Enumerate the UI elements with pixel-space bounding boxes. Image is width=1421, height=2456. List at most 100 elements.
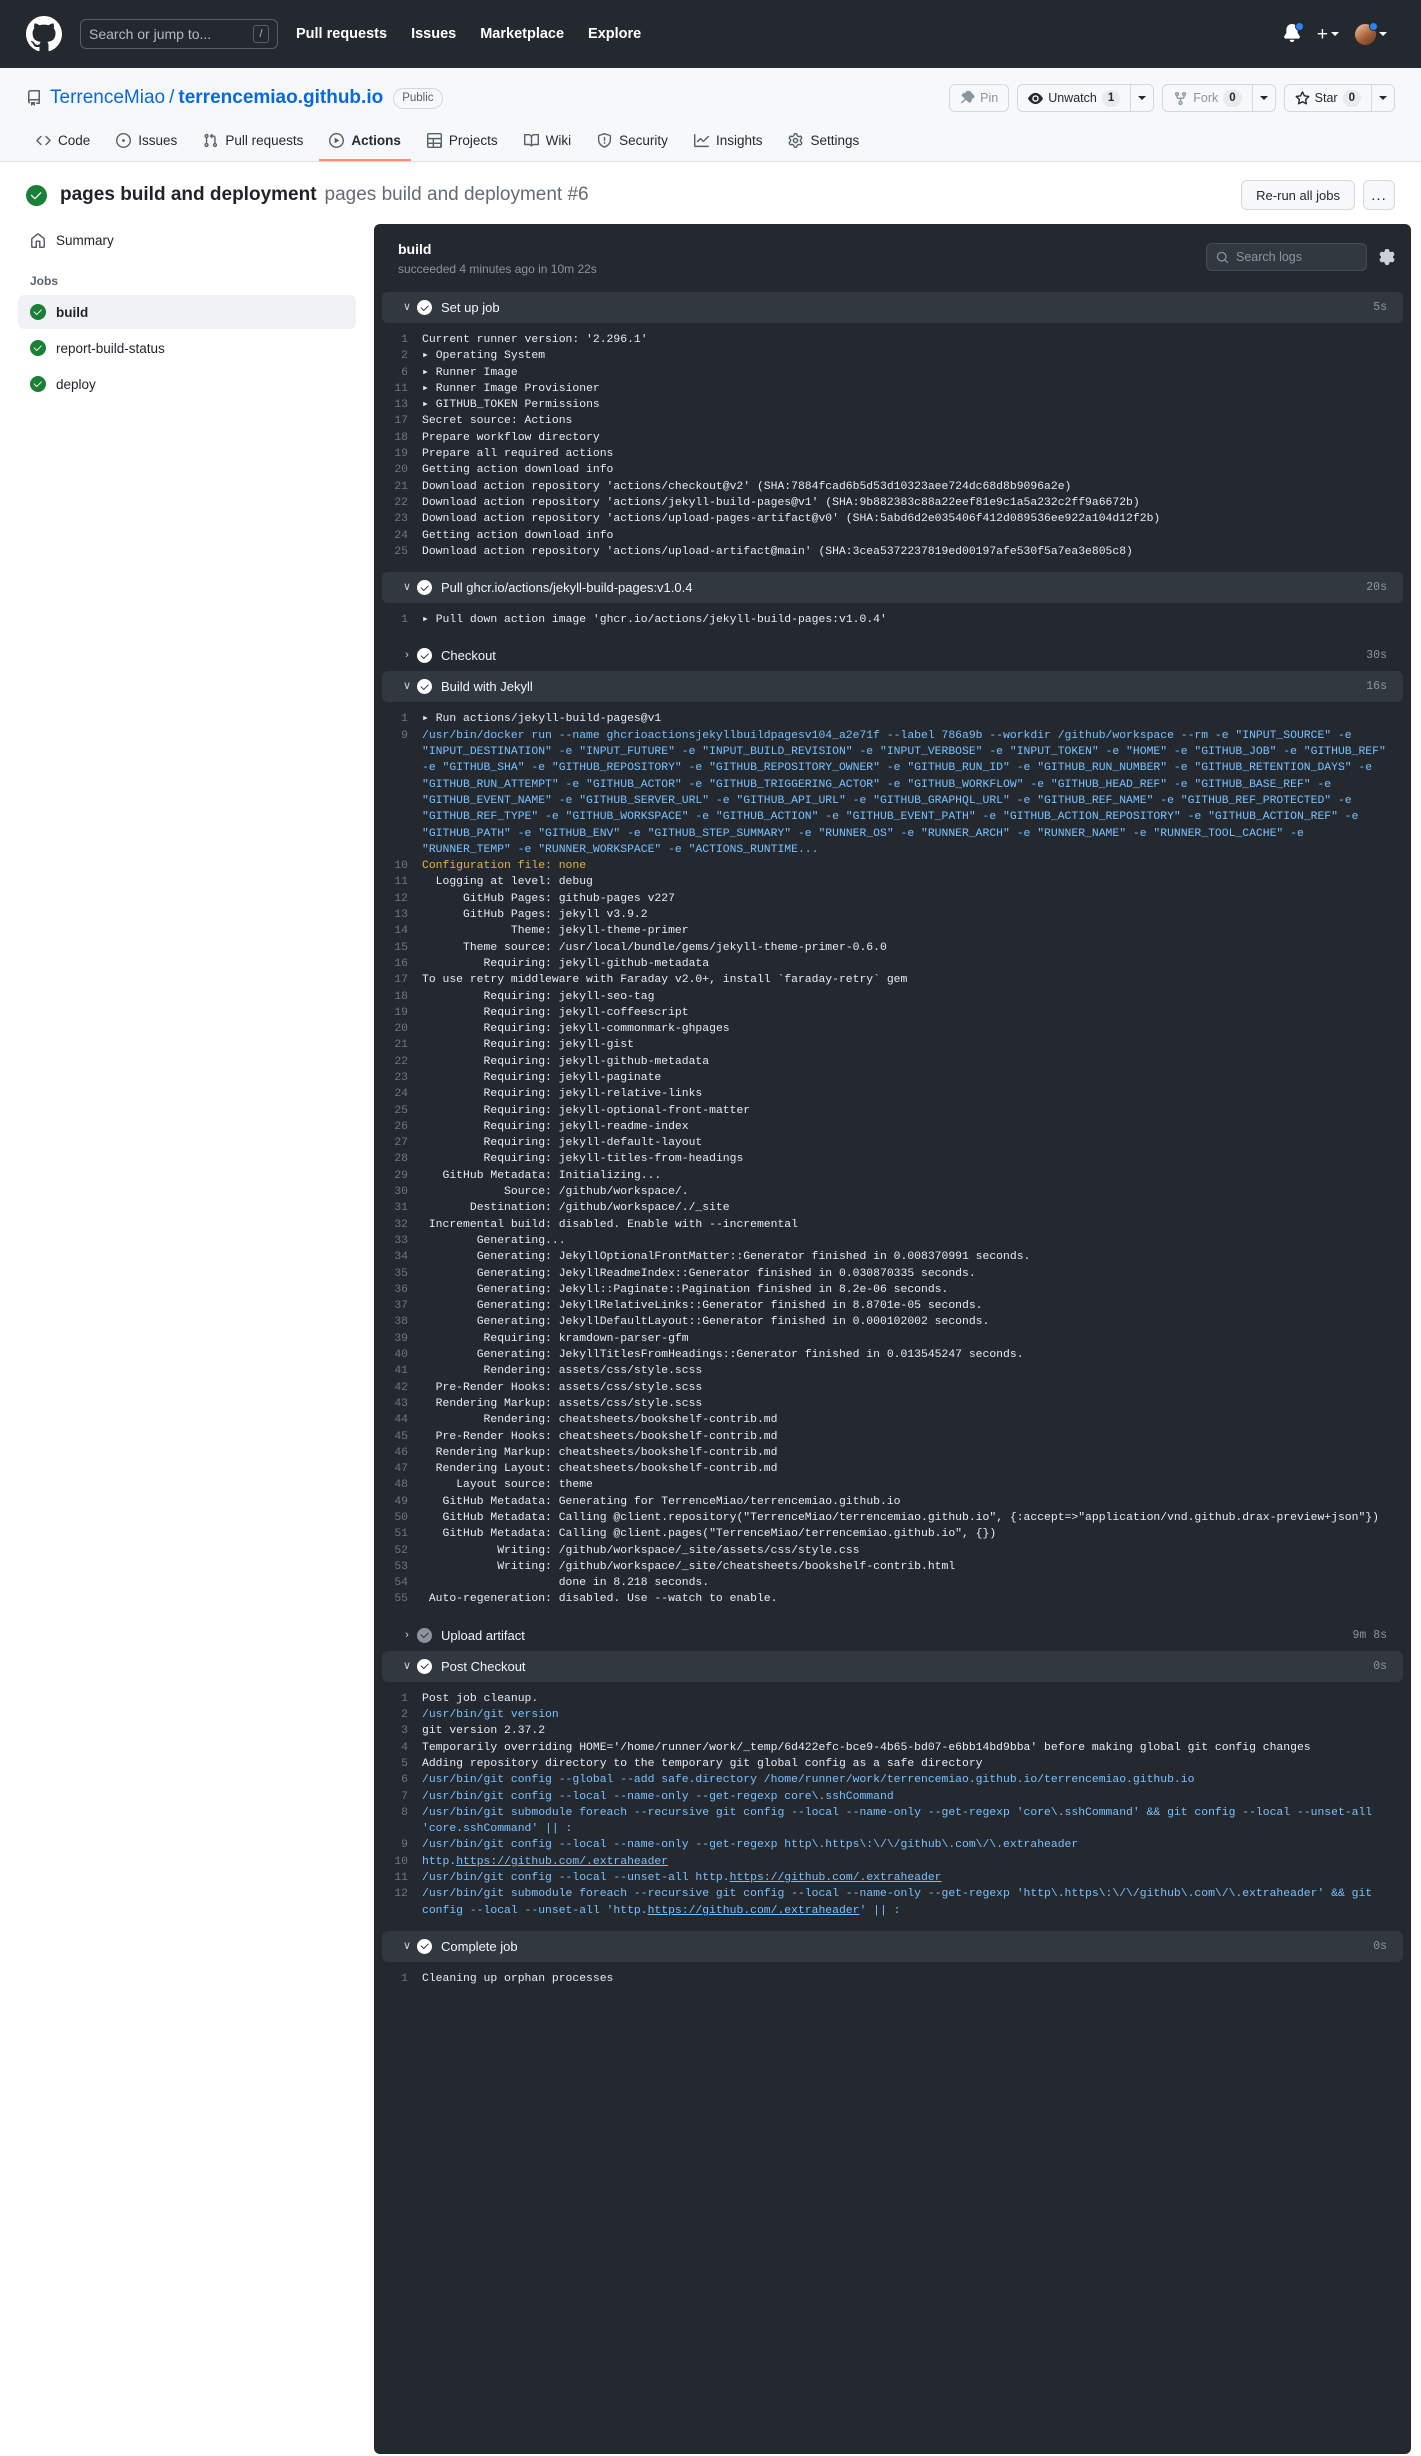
log-line-text: /usr/bin/git config --global --add safe.…: [422, 1774, 1195, 1787]
star-button[interactable]: Star 0: [1283, 84, 1371, 112]
log-line: 45 Pre-Render Hooks: cheatsheets/bookshe…: [392, 1429, 1395, 1445]
log-line-number: 43: [394, 1397, 408, 1410]
check-circle-icon: [417, 648, 432, 664]
create-new-button[interactable]: +: [1317, 25, 1339, 44]
sidebar-item-job-deploy[interactable]: deploy: [18, 367, 356, 401]
log-line-text: git version 2.37.2: [422, 1725, 546, 1738]
log-line: 22 Requiring: jekyll-github-metadata: [392, 1054, 1395, 1070]
user-menu-button[interactable]: [1355, 21, 1387, 45]
log-line-number: 48: [394, 1479, 408, 1492]
log-line-text: ▸ GITHUB_TOKEN Permissions: [422, 399, 600, 412]
log-line: 29 GitHub Metadata: Initializing...: [392, 1168, 1395, 1184]
log-step-header[interactable]: ∨ Build with Jekyll 16s: [382, 671, 1403, 703]
log-line-number: 47: [394, 1463, 408, 1476]
log-line: 5 Adding repository directory to the temp…: [392, 1756, 1395, 1772]
notifications-button[interactable]: [1283, 22, 1304, 44]
log-line-text: Temporarily overriding HOME='/home/runne…: [422, 1741, 1311, 1754]
repo-owner-link[interactable]: TerrenceMiao: [50, 87, 165, 109]
search-logs-input[interactable]: Search logs: [1206, 243, 1367, 271]
pin-button[interactable]: Pin: [949, 84, 1010, 112]
log-line-number: 23: [394, 513, 408, 526]
log-line-number: 2: [401, 350, 408, 363]
fork-dropdown-button[interactable]: [1251, 84, 1276, 112]
log-line-number: 25: [394, 545, 408, 558]
log-line: 12 GitHub Pages: github-pages v227: [392, 891, 1395, 907]
tab-code[interactable]: Code: [26, 126, 100, 161]
log-line: 22 Download action repository 'actions/je…: [392, 495, 1395, 511]
watch-dropdown-button[interactable]: [1130, 84, 1155, 112]
log-step-header[interactable]: ∨ Set up job 5s: [382, 292, 1403, 323]
log-line: 48 Layout source: theme: [392, 1477, 1395, 1493]
unwatch-button[interactable]: Unwatch 1: [1017, 84, 1131, 112]
tab-wiki[interactable]: Wiki: [514, 126, 582, 161]
log-line: 25 Requiring: jekyll-optional-front-matt…: [392, 1103, 1395, 1119]
log-step-header[interactable]: ∨ Pull ghcr.io/actions/jekyll-build-pages…: [382, 572, 1403, 604]
log-step-header[interactable]: ∨ Post Checkout 0s: [382, 1650, 1403, 1682]
log-line-text: Requiring: jekyll-github-metadata: [422, 957, 710, 970]
shield-icon: [598, 133, 612, 148]
log-line-text: GitHub Pages: github-pages v227: [422, 892, 675, 905]
log-settings-gear-icon[interactable]: [1379, 249, 1395, 265]
log-line: 9/usr/bin/docker run --name ghcrioaction…: [392, 728, 1395, 858]
log-step-header[interactable]: › Checkout 30s: [382, 640, 1403, 671]
nav-issues[interactable]: Issues: [411, 26, 456, 42]
log-line-text: Writing: /github/workspace/_site/cheatsh…: [422, 1560, 956, 1573]
log-job-title: build: [398, 241, 432, 257]
fork-icon: [1175, 91, 1187, 105]
log-line-number: 15: [394, 941, 408, 954]
run-header-actions: Re-run all jobs ...: [1241, 180, 1395, 210]
nav-marketplace[interactable]: Marketplace: [480, 26, 564, 42]
tab-insights[interactable]: Insights: [684, 126, 773, 161]
chevron-down-icon: [1259, 96, 1268, 100]
repo-name-link[interactable]: terrencemiao.github.io: [178, 87, 383, 109]
log-step-header[interactable]: › Upload artifact 9m 8s: [382, 1620, 1403, 1651]
log-step-duration: 16s: [1366, 680, 1387, 694]
tab-issues[interactable]: Issues: [106, 126, 187, 161]
log-line-number: 52: [394, 1544, 408, 1557]
sidebar-item-job-build[interactable]: build: [18, 295, 356, 329]
log-line-text: Requiring: jekyll-readme-index: [422, 1120, 689, 1133]
log-line-number: 20: [394, 464, 408, 477]
log-line: 13 ▸ GITHUB_TOKEN Permissions: [392, 397, 1395, 413]
log-line-text: Download action repository 'actions/jeky…: [422, 496, 1140, 509]
star-dropdown-button[interactable]: [1371, 84, 1395, 112]
tab-projects[interactable]: Projects: [417, 126, 508, 161]
log-line-text: Configuration file: none: [422, 860, 587, 873]
log-step-output: 1 ▸ Run actions/jekyll-build-pages@v1 9/us…: [374, 702, 1411, 1619]
log-line-number: 46: [394, 1446, 408, 1459]
global-nav: Pull requests Issues Marketplace Explore: [296, 26, 641, 42]
run-more-options-button[interactable]: ...: [1363, 180, 1395, 210]
log-step-header[interactable]: ∨ Complete job 0s: [382, 1930, 1403, 1962]
search-input[interactable]: Search or jump to... /: [80, 19, 278, 49]
log-line-number: 22: [394, 496, 408, 509]
tab-settings[interactable]: Settings: [778, 126, 869, 161]
workflow-run-header: pages build and deployment pages build a…: [0, 162, 1421, 224]
sidebar-item-job-report-build-status[interactable]: report-build-status: [18, 331, 356, 365]
search-logs-placeholder: Search logs: [1236, 250, 1303, 264]
nav-pull-requests[interactable]: Pull requests: [296, 26, 387, 42]
log-step-output: 1 Post job cleanup. 2/usr/bin/git version 3…: [374, 1682, 1411, 1931]
log-line: 10 Configuration file: none: [392, 858, 1395, 874]
check-circle-icon: [30, 340, 46, 356]
log-line: 1 ▸ Pull down action image 'ghcr.io/actio…: [392, 612, 1395, 628]
tab-security[interactable]: Security: [587, 126, 678, 161]
star-button-group: Star 0: [1283, 84, 1395, 112]
tab-pull-requests-label: Pull requests: [225, 133, 304, 148]
nav-explore[interactable]: Explore: [588, 26, 641, 42]
chevron-down-icon: ∨: [402, 1939, 412, 1952]
fork-button[interactable]: Fork 0: [1162, 84, 1252, 112]
tab-actions[interactable]: Actions: [319, 126, 411, 161]
check-circle-icon: [30, 376, 46, 392]
log-line-number: 25: [394, 1104, 408, 1117]
sidebar-item-summary[interactable]: Summary: [18, 224, 356, 257]
github-mark-icon[interactable]: [26, 16, 62, 52]
chevron-down-icon: ∨: [402, 1659, 412, 1672]
re-run-all-jobs-button[interactable]: Re-run all jobs: [1241, 180, 1355, 210]
tab-pull-requests[interactable]: Pull requests: [193, 126, 313, 161]
log-line-text: Requiring: jekyll-paginate: [422, 1071, 662, 1084]
plus-icon: +: [1316, 23, 1328, 45]
log-line-text: Generating: JekyllReadmeIndex::Generator…: [422, 1267, 976, 1280]
log-line-text: Getting action download info: [422, 529, 614, 542]
run-body: Summary Jobs build report-build-status d…: [0, 224, 1421, 2454]
log-line: 21 Download action repository 'actions/ch…: [392, 479, 1395, 495]
